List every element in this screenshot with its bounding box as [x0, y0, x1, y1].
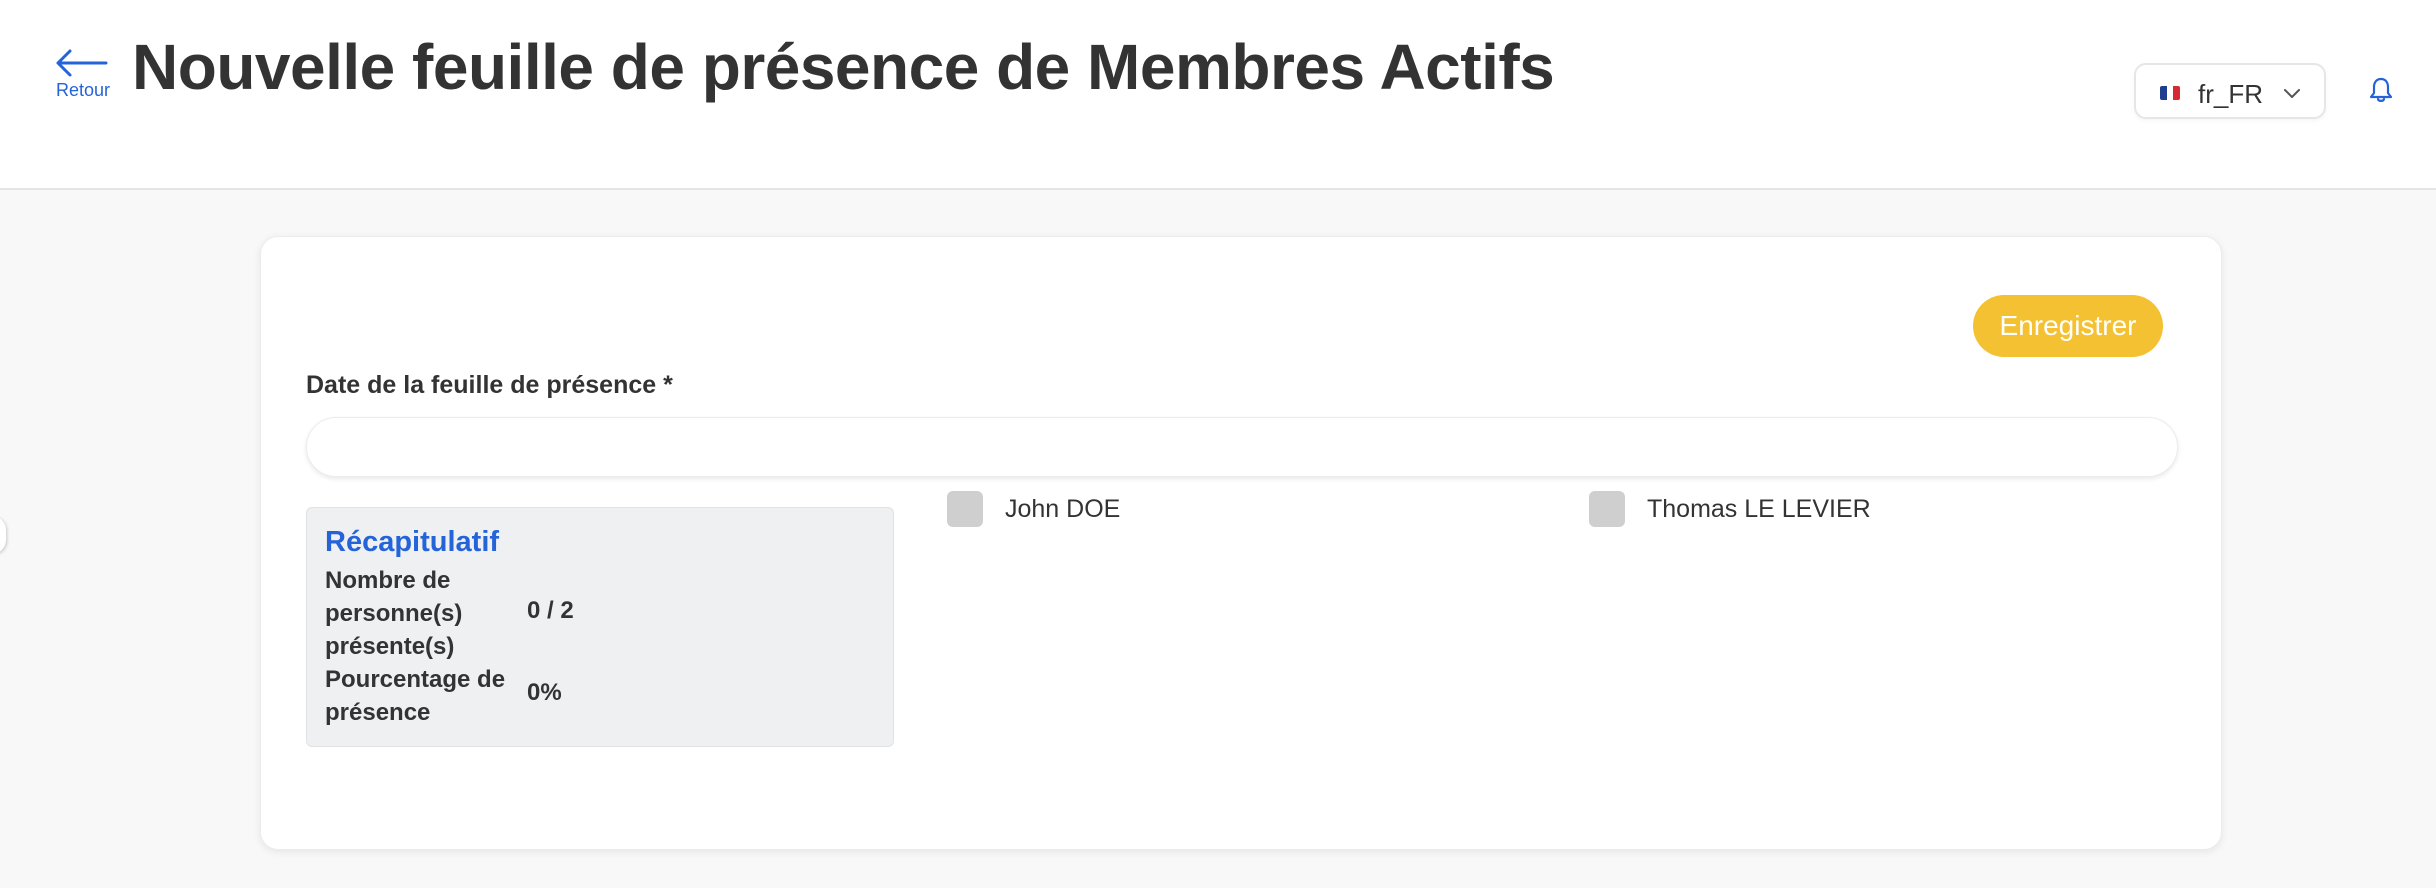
attendance-percent-value: 0%: [527, 679, 562, 706]
back-button[interactable]: Retour: [52, 48, 114, 104]
language-selected: fr_FR: [2198, 79, 2263, 109]
present-count-label: Nombre de personne(s) présente(s): [325, 567, 463, 660]
chevron-down-icon: [2284, 89, 2300, 98]
sidebar-toggle-handle[interactable]: [0, 516, 6, 554]
bell-icon[interactable]: [2368, 76, 2394, 104]
present-count-value: 0 / 2: [527, 597, 574, 624]
attendance-percent-label: Pourcentage de présence: [325, 666, 506, 726]
member-name: John DOE: [1005, 495, 1121, 523]
checkbox[interactable]: [947, 491, 983, 527]
date-field-label: Date de la feuille de présence *: [306, 371, 673, 399]
summary-panel: Récapitulatif Nombre de personne(s) prés…: [306, 507, 894, 747]
page-title: Nouvelle feuille de présence de Membres …: [132, 31, 1555, 103]
arrow-left-icon: [56, 49, 108, 77]
flag-fr-icon: [2160, 86, 2180, 100]
language-selector[interactable]: fr_FR: [2134, 63, 2326, 119]
date-input[interactable]: [306, 417, 2178, 477]
attendance-form-card: Enregistrer Date de la feuille de présen…: [260, 236, 2222, 850]
checkbox[interactable]: [1589, 491, 1625, 527]
summary-title: Récapitulatif: [325, 526, 500, 558]
save-button[interactable]: Enregistrer: [1973, 295, 2163, 357]
back-label: Retour: [56, 80, 111, 100]
member-name: Thomas LE LEVIER: [1647, 495, 1871, 523]
top-header: Retour Nouvelle feuille de présence de M…: [0, 0, 2436, 190]
